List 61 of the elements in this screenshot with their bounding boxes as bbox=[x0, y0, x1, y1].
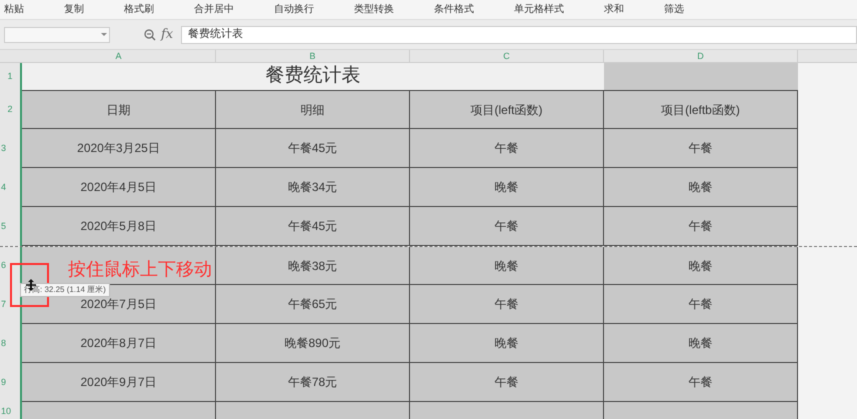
table-cell-text: 2020年5月8日 bbox=[80, 218, 157, 235]
table-cell-text: 晚餐 bbox=[688, 179, 712, 196]
table-cell-text: 2020年3月25日 bbox=[77, 140, 160, 157]
table-cell-text: 晚餐 bbox=[494, 258, 518, 274]
table-cell-text: 晚餐34元 bbox=[288, 179, 338, 196]
table-cell-text: 晚餐 bbox=[494, 179, 518, 196]
toolbar-button[interactable]: 类型转换 bbox=[354, 2, 394, 17]
table-cell-text: 晚餐 bbox=[688, 258, 712, 274]
table-cell-text: 2020年9月7日 bbox=[80, 374, 157, 391]
table-cell-text: 午餐 bbox=[494, 296, 518, 313]
table-cell-text: 晚餐38元 bbox=[288, 258, 338, 274]
row-header[interactable]: 6 bbox=[0, 247, 22, 285]
table-cell-text: 午餐65元 bbox=[288, 296, 338, 313]
header-cell: 项目(left函数) bbox=[410, 91, 604, 129]
row-header[interactable]: 7 bbox=[0, 285, 22, 324]
column-header[interactable]: B bbox=[216, 50, 410, 62]
dropdown-caret-icon bbox=[101, 33, 107, 36]
column-header[interactable]: A bbox=[22, 50, 216, 62]
toolbar-button[interactable]: 条件格式 bbox=[434, 2, 474, 17]
table-cell-text: 午餐 bbox=[494, 140, 518, 157]
row-header[interactable]: 1 bbox=[0, 63, 22, 91]
row-header[interactable]: 10 bbox=[0, 402, 22, 419]
header-cell: 明细 bbox=[216, 91, 410, 129]
table-cell-text: 午餐78元 bbox=[288, 374, 338, 391]
row-header[interactable]: 9 bbox=[0, 363, 22, 402]
table-cell-text: 午餐45元 bbox=[288, 140, 338, 157]
table-cell-text: 午餐 bbox=[494, 218, 518, 235]
toolbar-button[interactable]: 自动换行 bbox=[274, 2, 314, 17]
table-cell-text: 午餐 bbox=[688, 374, 712, 391]
row-header[interactable]: 5 bbox=[0, 207, 22, 246]
row-header[interactable]: 4 bbox=[0, 168, 22, 207]
row-header[interactable]: 2 bbox=[0, 91, 22, 129]
table-cell-text: 2020年8月7日 bbox=[80, 335, 157, 352]
table-cell-text: 2020年4月5日 bbox=[80, 179, 157, 196]
toolbar-button[interactable]: 格式刷 bbox=[124, 2, 154, 17]
column-header[interactable]: C bbox=[410, 50, 604, 62]
table-cell-text: 2020年7月5日 bbox=[80, 296, 157, 313]
function-label[interactable]: fx bbox=[161, 24, 174, 44]
toolbar-button[interactable]: 单元格样式 bbox=[514, 2, 564, 17]
header-cell: 项目(leftb函数) bbox=[604, 91, 798, 129]
table-cell-text: 晚餐 bbox=[688, 335, 712, 352]
zoom-icon[interactable] bbox=[144, 28, 156, 40]
toolbar-button[interactable]: 粘贴 bbox=[4, 2, 24, 17]
row-header[interactable]: 8 bbox=[0, 324, 22, 363]
row-header[interactable]: 3 bbox=[0, 129, 22, 168]
header-cell: 日期 bbox=[22, 91, 216, 129]
table-cell-text: 晚餐890元 bbox=[284, 335, 341, 352]
table-cell-text: 晚餐 bbox=[494, 335, 518, 352]
formula-input[interactable]: 餐费统计表 bbox=[181, 26, 857, 44]
table-cell-text: 午餐 bbox=[688, 218, 712, 235]
column-header[interactable]: D bbox=[604, 50, 798, 62]
table-cell-text: 午餐 bbox=[688, 296, 712, 313]
table-cell-text: 午餐 bbox=[688, 140, 712, 157]
table-cell-text: 午餐45元 bbox=[288, 218, 338, 235]
table-cell-text: 午餐 bbox=[494, 374, 518, 391]
toolbar-button[interactable]: 筛选 bbox=[664, 2, 684, 17]
toolbar-button[interactable]: 合并居中 bbox=[194, 2, 234, 17]
toolbar-button[interactable]: 求和 bbox=[604, 2, 624, 17]
toolbar-button[interactable]: 复制 bbox=[64, 2, 84, 17]
merged-title-cell: 餐费统计表 bbox=[22, 63, 604, 91]
annotation-text: 按住鼠标上下移动 bbox=[68, 258, 212, 281]
